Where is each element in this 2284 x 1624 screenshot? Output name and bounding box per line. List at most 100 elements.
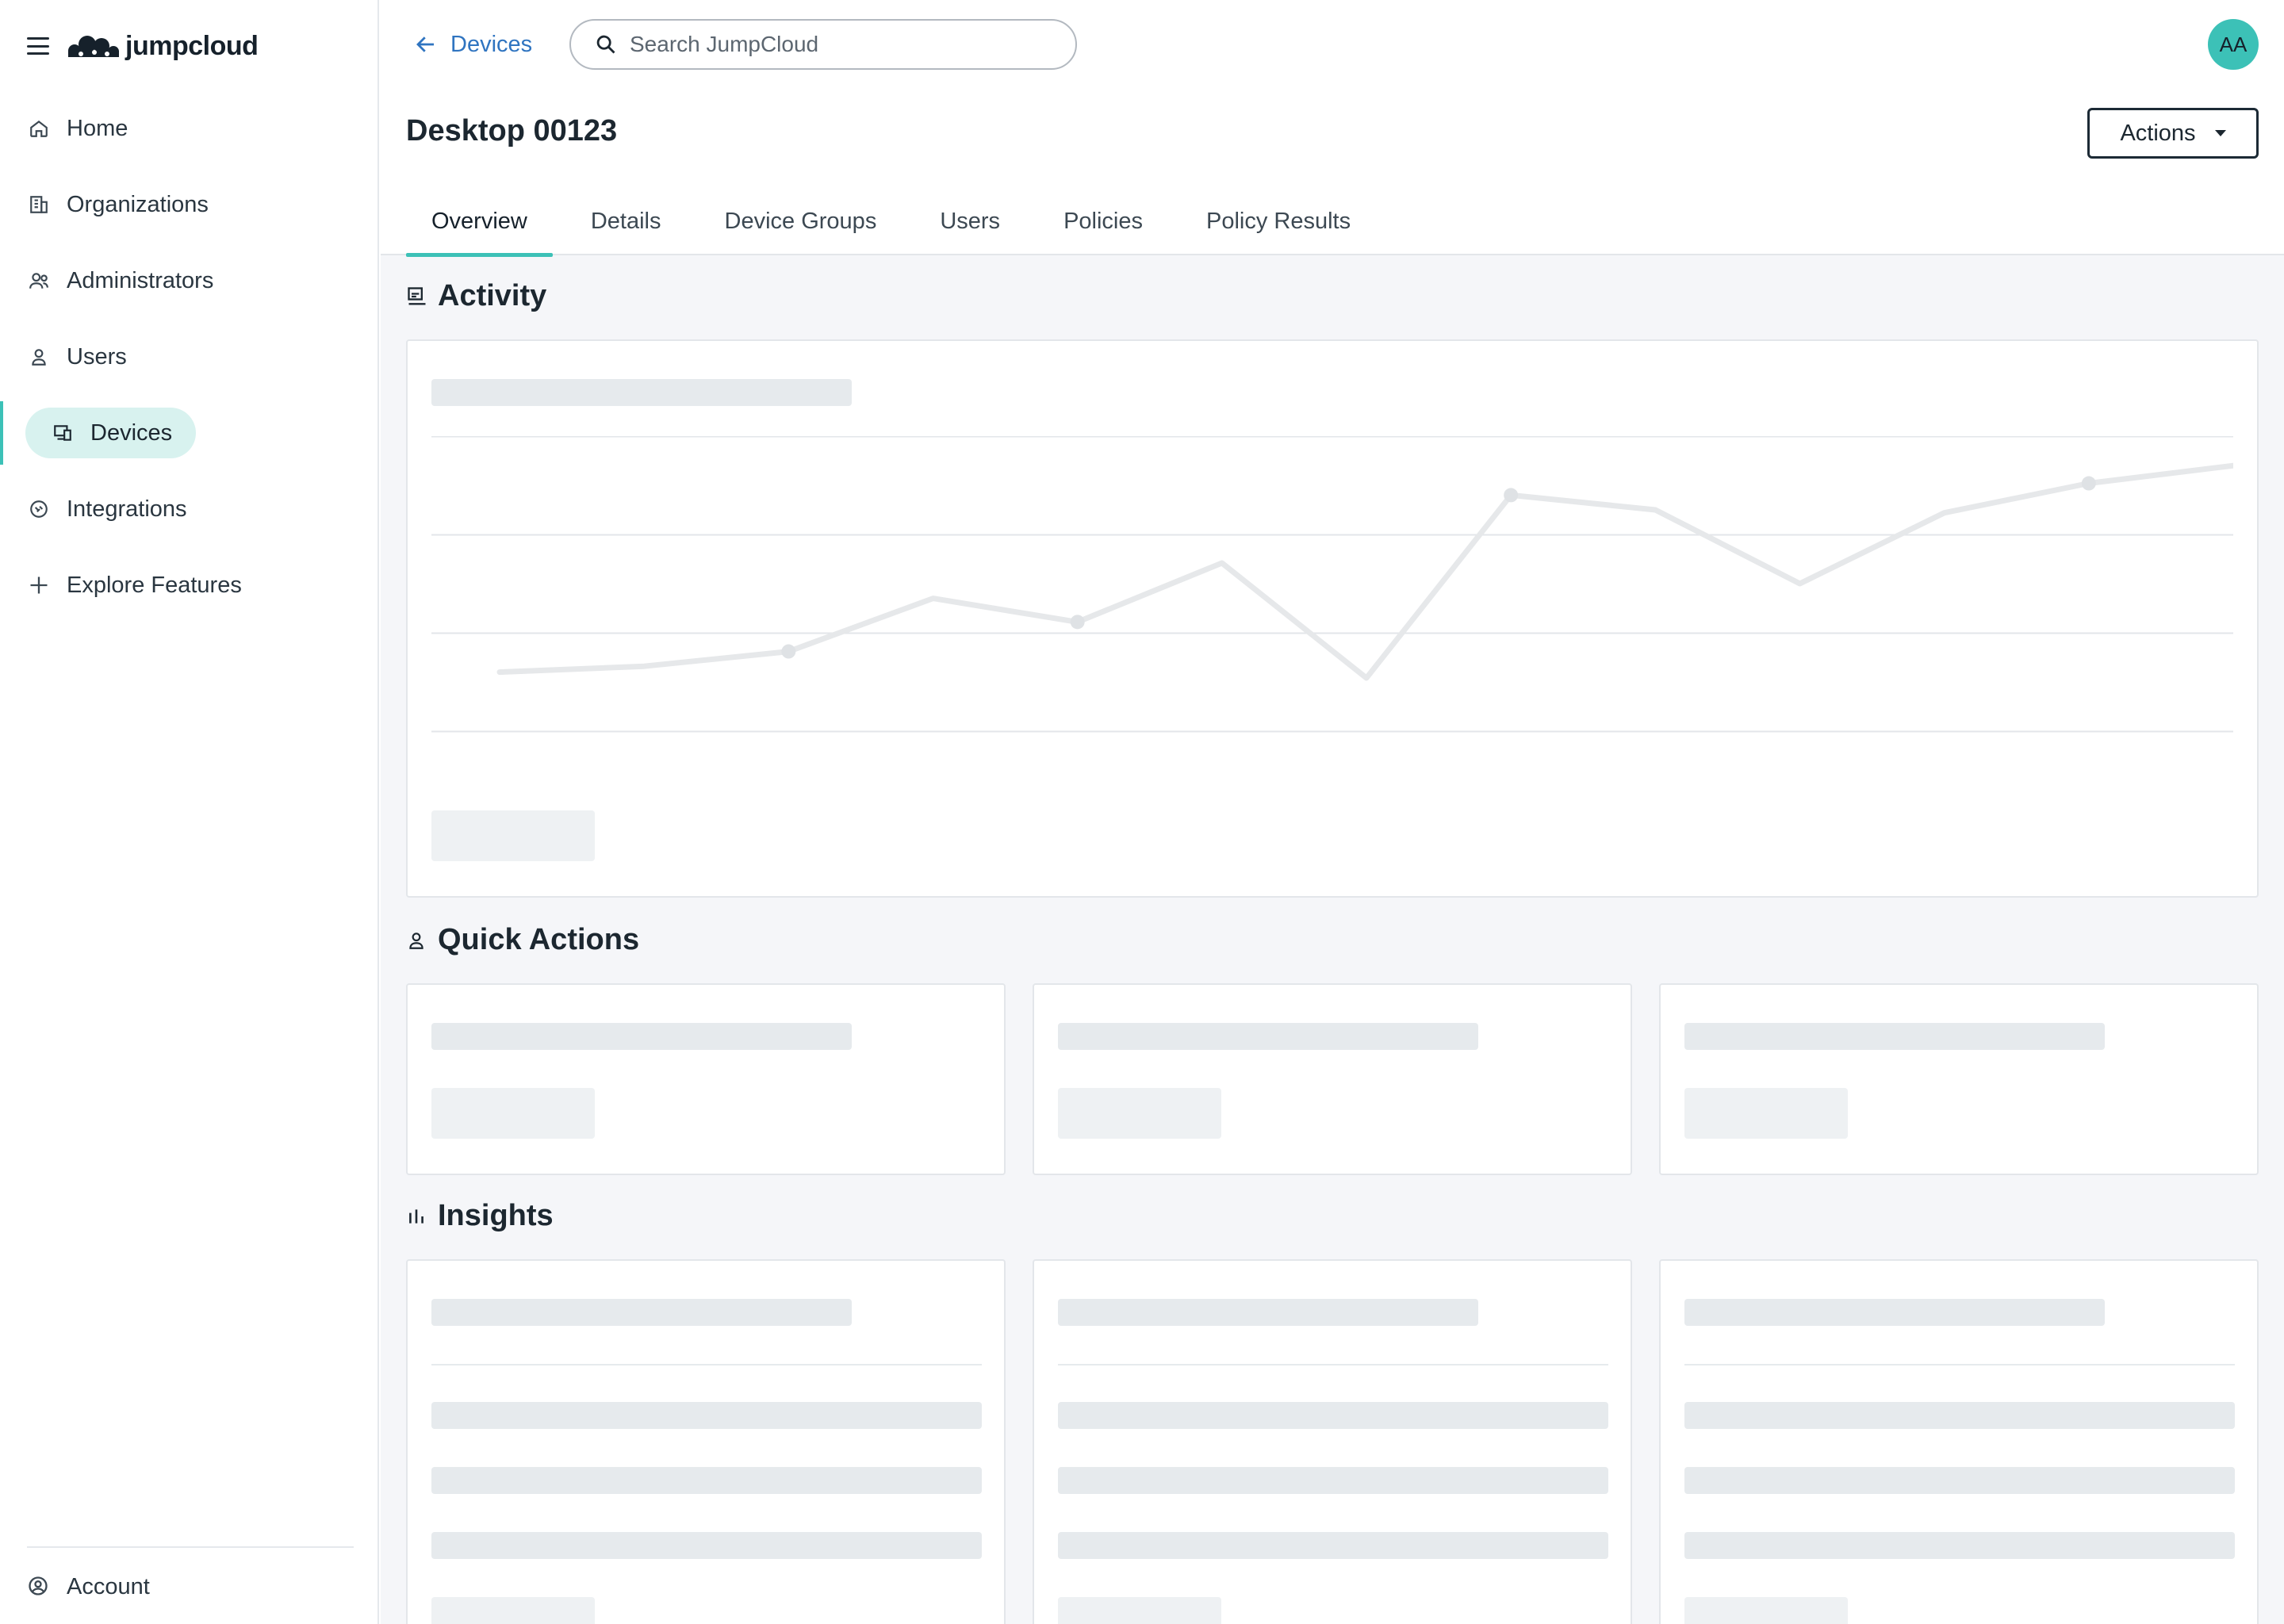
user-icon xyxy=(406,929,428,952)
quick-actions-title: Quick Actions xyxy=(438,923,640,956)
skeleton-button xyxy=(431,1088,595,1139)
tab-label: Overview xyxy=(431,208,527,234)
skeleton-title xyxy=(431,379,852,406)
sidebar-item-account[interactable]: Account xyxy=(27,1546,354,1624)
sidebar-item-label: Home xyxy=(67,115,128,141)
sidebar-item-label: Integrations xyxy=(67,496,187,522)
skeleton-row xyxy=(1058,1467,1608,1494)
sidebar-item-devices[interactable]: Devices xyxy=(0,401,379,465)
brand: jumpcloud xyxy=(27,24,259,68)
insight-card xyxy=(406,1259,1006,1624)
search-box[interactable] xyxy=(569,19,1077,70)
chart-point xyxy=(1070,615,1085,630)
bar-chart-icon xyxy=(406,1205,428,1228)
activity-heading: Activity xyxy=(406,279,546,313)
skeleton-button xyxy=(1684,1088,1848,1139)
skeleton-row xyxy=(1684,1402,2235,1429)
skeleton-row xyxy=(431,1467,982,1494)
tab-bar: Overview Details Device Groups Users Pol… xyxy=(406,187,1389,257)
jumpcloud-logo[interactable]: jumpcloud xyxy=(63,30,259,62)
tab-users[interactable]: Users xyxy=(914,187,1025,255)
activity-icon xyxy=(406,285,428,308)
integrations-icon xyxy=(27,497,51,521)
skeleton-button xyxy=(431,810,595,861)
home-icon xyxy=(27,117,51,140)
chart-series-line xyxy=(496,462,2233,681)
sidebar-item-users[interactable]: Users xyxy=(0,331,379,382)
tab-label: Policy Results xyxy=(1206,208,1351,234)
activity-title: Activity xyxy=(438,279,547,312)
skeleton-row xyxy=(1684,1532,2235,1559)
quick-action-card[interactable] xyxy=(1033,983,1632,1175)
sidebar-item-explore-features[interactable]: Explore Features xyxy=(0,560,379,611)
sidebar-nav: Home Organizations Administrators Users xyxy=(0,103,379,636)
avatar[interactable]: AA xyxy=(2208,19,2259,70)
building-icon xyxy=(27,193,51,216)
chart-point xyxy=(781,644,796,659)
skeleton-title xyxy=(431,1299,852,1326)
plus-icon xyxy=(27,573,51,597)
sidebar-item-organizations[interactable]: Organizations xyxy=(0,179,379,230)
card-divider xyxy=(431,1364,982,1365)
skeleton-button xyxy=(1058,1597,1221,1624)
insight-card xyxy=(1033,1259,1632,1624)
user-icon xyxy=(27,345,51,369)
active-pill[interactable]: Devices xyxy=(25,408,197,458)
menu-icon[interactable] xyxy=(27,37,49,55)
admins-icon xyxy=(27,269,51,293)
sidebar-item-administrators[interactable]: Administrators xyxy=(0,255,379,306)
skeleton-row xyxy=(431,1402,982,1429)
sidebar-item-label: Organizations xyxy=(67,191,209,217)
caret-down-icon xyxy=(2214,130,2226,136)
search-input[interactable] xyxy=(630,32,1058,57)
tab-overview[interactable]: Overview xyxy=(406,187,553,257)
cloud-logo-icon xyxy=(68,36,119,57)
tab-label: Device Groups xyxy=(724,208,877,234)
app-root: jumpcloud Home Organizations Administrat… xyxy=(0,0,2284,1624)
actions-button[interactable]: Actions xyxy=(2087,108,2259,159)
arrow-left-icon xyxy=(416,36,434,52)
skeleton-title xyxy=(1058,1299,1478,1326)
chart-point xyxy=(2081,476,2096,491)
sidebar: jumpcloud Home Organizations Administrat… xyxy=(0,0,379,1624)
back-link-label: Devices xyxy=(450,31,533,57)
tab-label: Policies xyxy=(1063,208,1143,234)
insights-title: Insights xyxy=(438,1199,554,1232)
card-divider xyxy=(1058,1364,1608,1365)
tab-label: Details xyxy=(590,208,661,234)
skeleton-row xyxy=(1058,1532,1608,1559)
skeleton-title xyxy=(1684,1023,2105,1050)
main-content: Devices AA Desktop 00123 Actions Overvie… xyxy=(381,0,2284,1624)
activity-chart xyxy=(431,436,2233,733)
back-to-devices-link[interactable]: Devices xyxy=(414,29,532,60)
sidebar-item-label: Explore Features xyxy=(67,572,242,598)
quick-action-card[interactable] xyxy=(406,983,1006,1175)
skeleton-title xyxy=(1058,1023,1478,1050)
account-icon xyxy=(27,1575,51,1599)
skeleton-row xyxy=(1058,1402,1608,1429)
page-header: Devices AA Desktop 00123 Actions Overvie… xyxy=(381,0,2284,257)
sidebar-item-label: Administrators xyxy=(67,267,214,293)
quick-action-card[interactable] xyxy=(1659,983,2259,1175)
actions-button-label: Actions xyxy=(2120,120,2196,146)
sidebar-item-home[interactable]: Home xyxy=(0,103,379,154)
brand-name: jumpcloud xyxy=(125,30,259,61)
tab-device-groups[interactable]: Device Groups xyxy=(699,187,902,255)
skeleton-title xyxy=(431,1023,852,1050)
skeleton-title xyxy=(1684,1299,2105,1326)
activity-card xyxy=(406,339,2259,898)
sidebar-item-label: Devices xyxy=(90,419,173,446)
card-divider xyxy=(1684,1364,2235,1365)
tab-policy-results[interactable]: Policy Results xyxy=(1181,187,1376,255)
chart-point xyxy=(1504,488,1519,503)
tab-policies[interactable]: Policies xyxy=(1038,187,1168,255)
tab-details[interactable]: Details xyxy=(565,187,687,255)
tab-label: Users xyxy=(940,208,1001,234)
page-title: Desktop 00123 xyxy=(406,114,618,147)
search-icon xyxy=(596,35,615,54)
sidebar-item-integrations[interactable]: Integrations xyxy=(0,484,379,534)
devices-icon xyxy=(51,421,75,445)
skeleton-button xyxy=(1684,1597,1848,1624)
skeleton-row xyxy=(431,1532,982,1559)
insights-heading: Insights xyxy=(406,1199,554,1233)
